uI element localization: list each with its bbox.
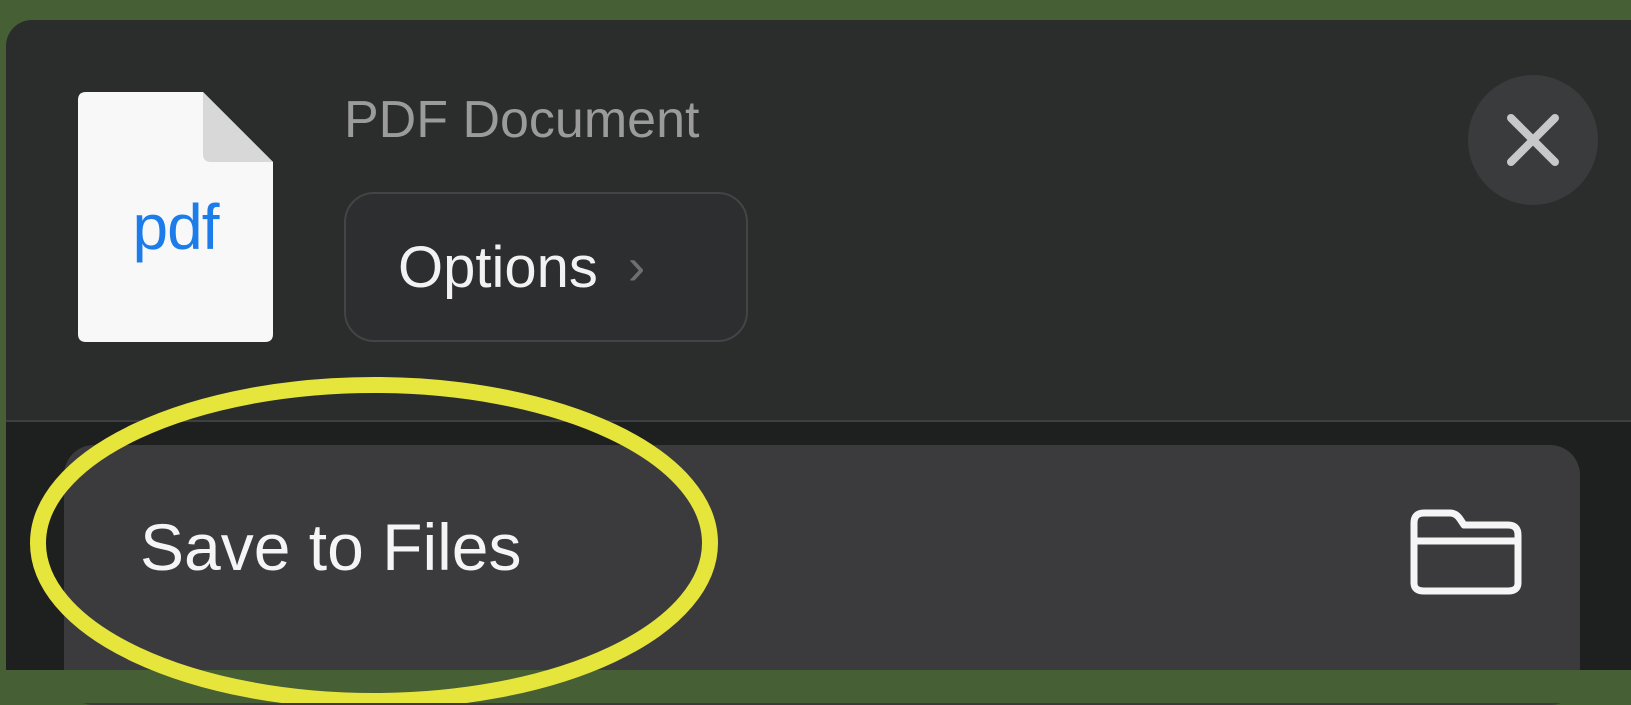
options-button[interactable]: Options › (344, 192, 748, 342)
chevron-right-icon: › (627, 238, 646, 296)
background-band (0, 670, 1631, 703)
folder-icon (1410, 509, 1522, 595)
save-to-files-button[interactable]: Save to Files (64, 445, 1580, 705)
close-button[interactable] (1468, 75, 1598, 205)
options-label: Options (398, 234, 598, 300)
save-to-files-label: Save to Files (140, 510, 522, 584)
document-title: PDF Document (344, 91, 700, 149)
file-type-label: pdf (132, 191, 220, 263)
close-icon (1507, 114, 1559, 166)
